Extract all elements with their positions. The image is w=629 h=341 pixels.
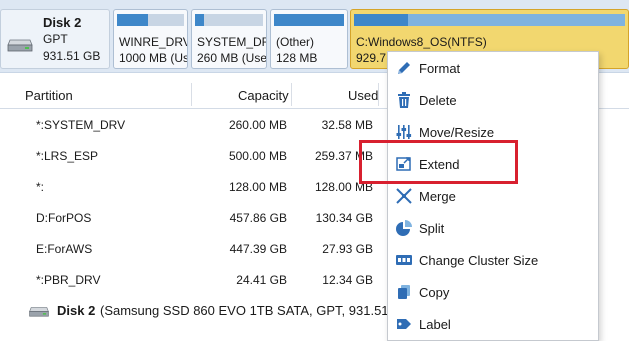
usage-bar-fill (354, 14, 409, 26)
disk-row-name: Disk 2 (57, 303, 96, 318)
capacity-cell: 447.39 GB (229, 242, 287, 256)
usage-bar-fill (274, 14, 344, 26)
menu-item-label: Extend (419, 157, 460, 172)
partition-size: 1000 MB (Us (119, 51, 188, 65)
partition-cell: *:LRS_ESP (36, 149, 99, 163)
menu-item-label: Split (419, 221, 445, 236)
hard-disk-icon (7, 39, 33, 52)
extend-icon (396, 157, 411, 171)
sliders-icon (396, 125, 412, 139)
capacity-cell: 24.41 GB (236, 273, 287, 287)
partition-name: WINRE_DRV (119, 35, 188, 49)
trash-icon (398, 92, 410, 108)
partition-cell: *: (36, 180, 45, 194)
partition-cell: E:ForAWS (36, 242, 93, 256)
menu-item-label: Move/Resize (419, 125, 495, 140)
used-cell: 27.93 GB (322, 242, 373, 256)
partition-block-system[interactable]: SYSTEM_DR 260 MB (Use (191, 9, 267, 69)
used-cell: 259.37 MB (314, 149, 373, 163)
menu-item-format[interactable]: Format (388, 52, 598, 84)
menu-item-label: Label (419, 317, 451, 332)
menu-item-merge[interactable]: Merge (388, 180, 598, 212)
capacity-cell: 457.86 GB (229, 211, 287, 225)
partition-cell: *:SYSTEM_DRV (36, 118, 126, 132)
column-divider[interactable] (378, 83, 379, 106)
partition-name: C:Windows8_OS(NTFS) (356, 35, 487, 49)
merge-icon (396, 188, 412, 204)
copy-icon (398, 285, 410, 299)
menu-item-label-option[interactable]: Label (388, 308, 598, 340)
usage-bar (195, 14, 263, 26)
partition-size: 260 MB (Use (197, 51, 267, 65)
menu-item-delete[interactable]: Delete (388, 84, 598, 116)
menu-item-extend[interactable]: Extend (388, 148, 598, 180)
partition-name: (Other) (276, 35, 315, 49)
usage-bar-fill (117, 14, 148, 26)
used-cell: 32.58 MB (321, 118, 373, 132)
column-divider[interactable] (191, 83, 192, 106)
column-header-capacity[interactable]: Capacity (238, 88, 289, 103)
menu-item-move-resize[interactable]: Move/Resize (388, 116, 598, 148)
capacity-cell: 500.00 MB (228, 149, 287, 163)
usage-bar-fill (195, 14, 204, 26)
menu-item-label: Change Cluster Size (419, 253, 539, 268)
column-header-used[interactable]: Used (348, 88, 378, 103)
menu-item-label: Delete (419, 93, 457, 108)
menu-item-change-cluster-size[interactable]: Change Cluster Size (388, 244, 598, 276)
used-cell: 128.00 MB (314, 180, 373, 194)
partition-name: SYSTEM_DR (197, 35, 267, 49)
column-divider[interactable] (291, 83, 292, 106)
used-cell: 12.34 GB (322, 273, 373, 287)
menu-item-label: Copy (419, 285, 450, 300)
partition-cell: *:PBR_DRV (36, 273, 101, 287)
pie-split-icon (396, 220, 412, 236)
menu-item-split[interactable]: Split (388, 212, 598, 244)
context-menu: Format Delete Move/Resize Extend Merge S… (387, 51, 599, 341)
partition-cell: D:ForPOS (36, 211, 92, 225)
partition-block-winre[interactable]: WINRE_DRV 1000 MB (Us (113, 9, 188, 69)
usage-bar (354, 14, 625, 26)
partition-size: 128 MB (276, 51, 318, 65)
menu-item-copy[interactable]: Copy (388, 276, 598, 308)
disk-type: GPT (43, 32, 68, 46)
disk-size: 931.51 GB (43, 49, 101, 63)
column-header-partition[interactable]: Partition (25, 88, 73, 103)
menu-item-label: Format (419, 61, 461, 76)
capacity-cell: 128.00 MB (228, 180, 287, 194)
disk-row-description: (Samsung SSD 860 EVO 1TB SATA, GPT, 931.… (100, 303, 403, 318)
usage-bar (117, 14, 184, 26)
partition-block-other[interactable]: (Other) 128 MB (270, 9, 348, 69)
cluster-size-icon (396, 255, 412, 265)
menu-item-label: Merge (419, 189, 456, 204)
partition-size: 929.7 (356, 51, 387, 65)
label-icon (397, 319, 411, 329)
used-cell: 130.34 GB (315, 211, 373, 225)
pencil-icon (398, 62, 410, 74)
disk-card[interactable]: Disk 2 GPT 931.51 GB (0, 9, 110, 69)
hard-disk-icon (29, 307, 49, 317)
capacity-cell: 260.00 MB (228, 118, 287, 132)
disk-name: Disk 2 (43, 15, 82, 30)
usage-bar (274, 14, 344, 26)
